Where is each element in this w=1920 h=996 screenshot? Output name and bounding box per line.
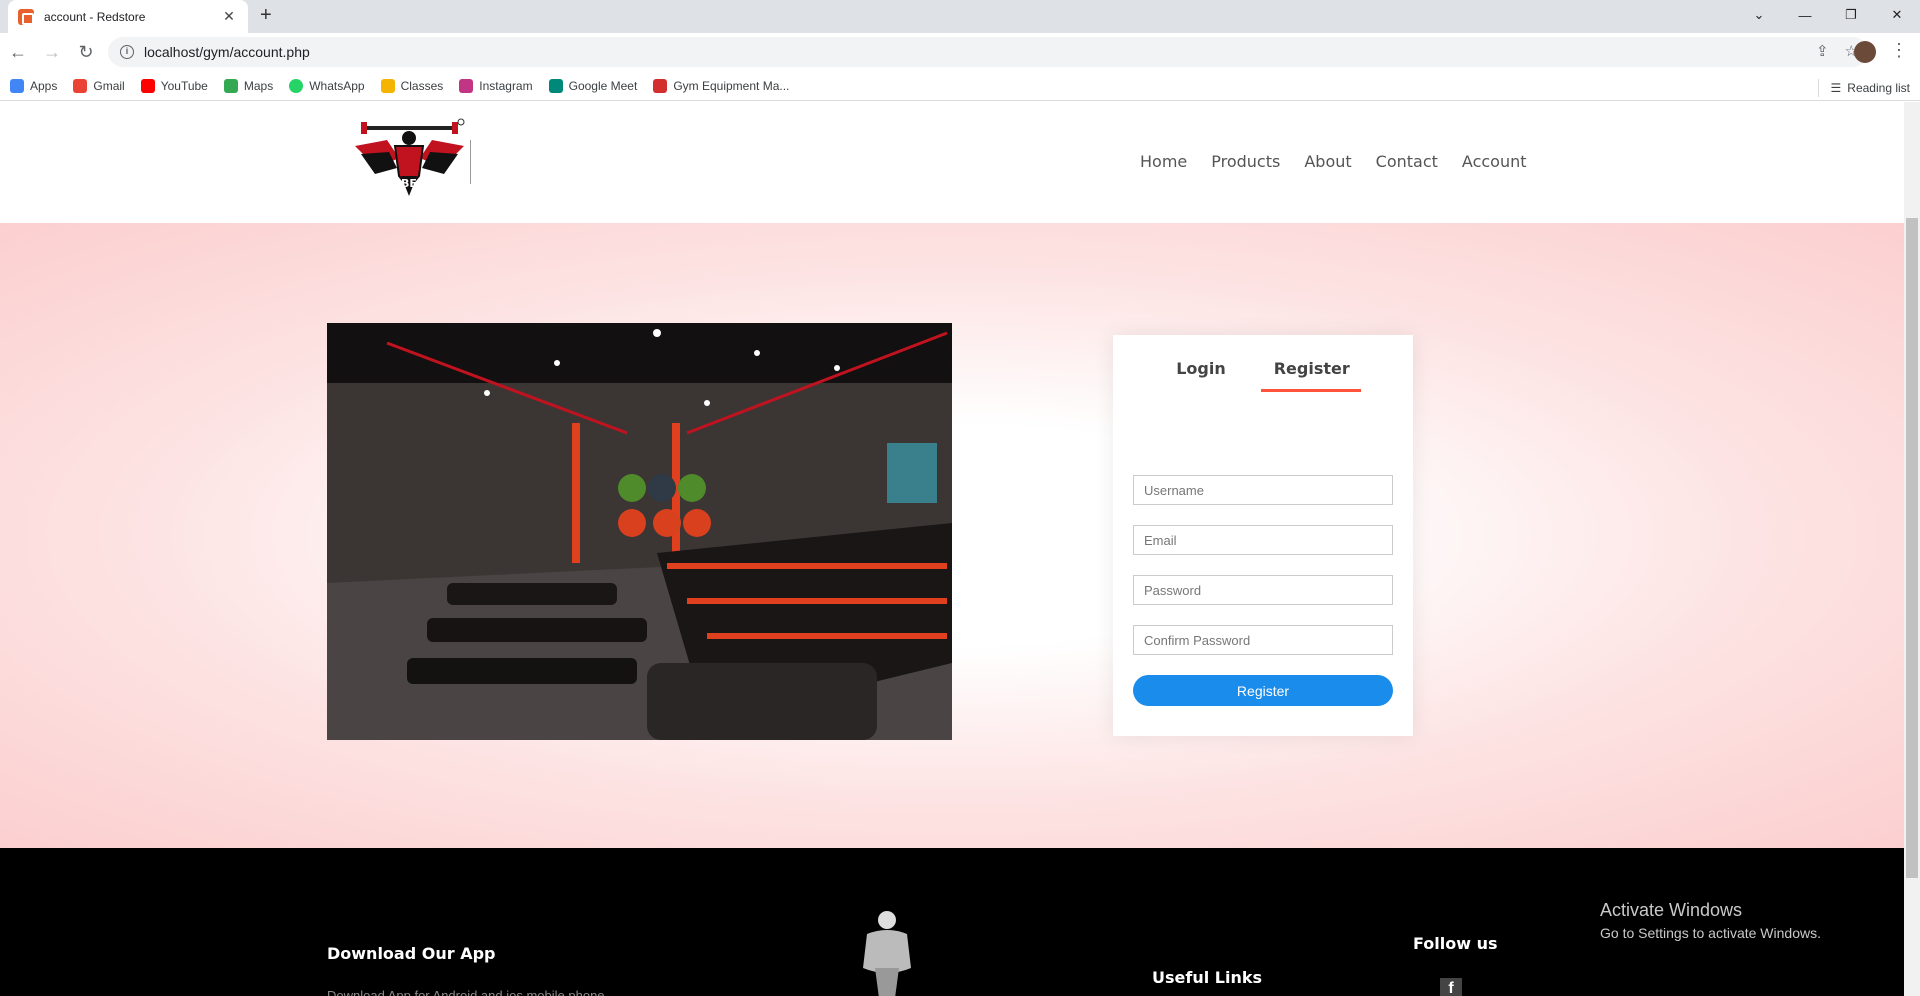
maps-icon bbox=[223, 78, 238, 93]
web-page: BE Home Products About Contact Account L… bbox=[0, 102, 1904, 996]
browser-tabstrip: account - Redstore ✕ + ⌄ — ❐ ✕ bbox=[0, 0, 1920, 33]
gym-equipment-icon bbox=[653, 78, 668, 93]
site-header: BE Home Products About Contact Account bbox=[0, 102, 1904, 223]
tab-favicon-icon bbox=[18, 8, 34, 25]
minimize-icon[interactable]: — bbox=[1782, 0, 1828, 30]
window-close-icon[interactable]: ✕ bbox=[1874, 0, 1920, 30]
main-nav: Home Products About Contact Account bbox=[1140, 152, 1527, 171]
tab-login[interactable]: Login bbox=[1176, 359, 1226, 378]
bookmark-whatsapp[interactable]: WhatsApp bbox=[289, 78, 365, 93]
share-icon[interactable]: ⇪ bbox=[1816, 42, 1829, 60]
tab-search-icon[interactable]: ⌄ bbox=[1736, 0, 1782, 30]
tab-register[interactable]: Register bbox=[1274, 359, 1350, 378]
forward-icon[interactable]: → bbox=[36, 36, 68, 68]
restore-icon[interactable]: ❐ bbox=[1828, 0, 1874, 30]
site-info-icon[interactable]: i bbox=[120, 45, 134, 59]
bookmark-apps[interactable]: Apps bbox=[10, 78, 57, 93]
site-footer: Download Our App Download App for Androi… bbox=[0, 848, 1904, 996]
reload-icon[interactable]: ↻ bbox=[70, 36, 102, 68]
profile-avatar[interactable] bbox=[1854, 41, 1876, 63]
password-input[interactable]: Password bbox=[1133, 575, 1393, 605]
os-activation-watermark: Activate Windows Go to Settings to activ… bbox=[1600, 900, 1821, 941]
reading-list-button[interactable]: ☰ Reading list bbox=[1817, 79, 1910, 97]
bookmark-maps[interactable]: Maps bbox=[223, 78, 273, 93]
account-hero: Login Register Username Email Password C… bbox=[0, 223, 1904, 848]
register-button[interactable]: Register bbox=[1133, 675, 1393, 706]
gmail-icon bbox=[73, 78, 88, 93]
auth-tabs: Login Register bbox=[1113, 359, 1413, 378]
youtube-icon bbox=[140, 78, 155, 93]
back-icon[interactable]: ← bbox=[2, 36, 34, 68]
reading-list-icon: ☰ bbox=[1830, 81, 1842, 95]
confirm-password-input[interactable]: Confirm Password bbox=[1133, 625, 1393, 655]
bookmark-gym-equipment[interactable]: Gym Equipment Ma... bbox=[653, 78, 789, 93]
browser-menu-icon[interactable]: ⋮ bbox=[1890, 40, 1908, 61]
window-controls: ⌄ — ❐ ✕ bbox=[1736, 0, 1920, 30]
bookmarks-divider bbox=[1817, 79, 1819, 97]
facebook-icon[interactable]: f bbox=[1440, 978, 1462, 996]
whatsapp-icon bbox=[289, 78, 304, 93]
svg-text:BE: BE bbox=[401, 177, 417, 190]
footer-useful-links-title: Useful Links bbox=[1152, 968, 1263, 987]
scrollbar-thumb[interactable] bbox=[1906, 218, 1918, 878]
classes-icon bbox=[380, 78, 395, 93]
apps-icon bbox=[10, 78, 24, 93]
bookmarks-bar: Apps Gmail YouTube Maps WhatsApp Classes… bbox=[0, 71, 1920, 101]
active-tab-indicator bbox=[1261, 389, 1361, 392]
bookmark-gmail[interactable]: Gmail bbox=[73, 78, 125, 93]
footer-follow-title: Follow us bbox=[1413, 934, 1498, 953]
bookmark-youtube[interactable]: YouTube bbox=[140, 78, 208, 93]
nav-home[interactable]: Home bbox=[1140, 152, 1187, 171]
bookmark-instagram[interactable]: Instagram bbox=[459, 78, 533, 93]
watermark-line2: Go to Settings to activate Windows. bbox=[1600, 925, 1821, 941]
bookmark-classes[interactable]: Classes bbox=[380, 78, 443, 93]
nav-contact[interactable]: Contact bbox=[1376, 152, 1438, 171]
tab-close-icon[interactable]: ✕ bbox=[220, 8, 238, 25]
url-text: localhost/gym/account.php bbox=[144, 44, 310, 60]
watermark-line1: Activate Windows bbox=[1600, 900, 1743, 920]
footer-logo-image bbox=[855, 908, 920, 996]
browser-tab[interactable]: account - Redstore ✕ bbox=[8, 0, 248, 33]
new-tab-button[interactable]: + bbox=[260, 4, 272, 27]
username-input[interactable]: Username bbox=[1133, 475, 1393, 505]
instagram-icon bbox=[459, 78, 474, 93]
brand-logo[interactable]: BE bbox=[347, 118, 472, 200]
google-meet-icon bbox=[548, 78, 563, 93]
nav-products[interactable]: Products bbox=[1211, 152, 1280, 171]
logo-divider bbox=[470, 140, 471, 184]
browser-toolbar: ← → ↻ i localhost/gym/account.php ⇪ ☆ ⋮ bbox=[0, 33, 1920, 71]
bookmark-google-meet[interactable]: Google Meet bbox=[548, 78, 637, 93]
email-input[interactable]: Email bbox=[1133, 525, 1393, 555]
footer-download-title: Download Our App bbox=[327, 944, 496, 963]
tab-title: account - Redstore bbox=[44, 9, 146, 24]
nav-account[interactable]: Account bbox=[1462, 152, 1527, 171]
nav-about[interactable]: About bbox=[1304, 152, 1351, 171]
gym-photo bbox=[327, 323, 952, 740]
page-scrollbar[interactable] bbox=[1904, 102, 1920, 996]
auth-form-card: Login Register Username Email Password C… bbox=[1113, 335, 1413, 736]
address-bar[interactable]: i localhost/gym/account.php ⇪ ☆ bbox=[108, 37, 1868, 67]
footer-download-text: Download App for Android and ios mobile … bbox=[327, 988, 609, 996]
